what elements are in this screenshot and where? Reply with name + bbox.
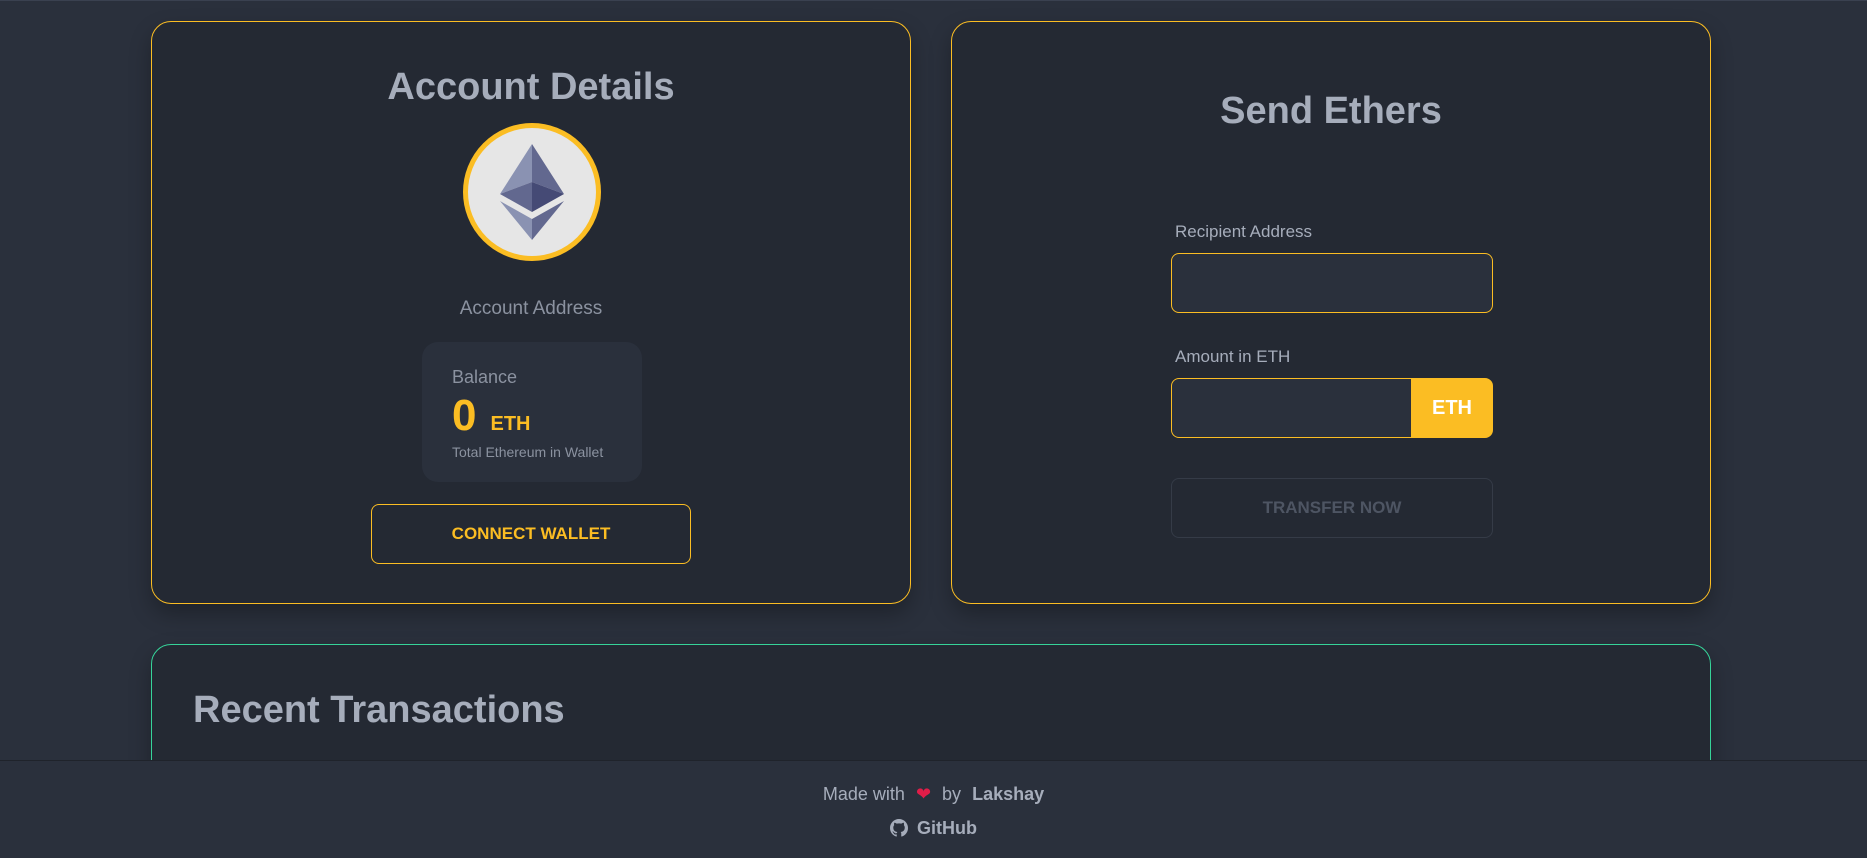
recipient-address-input[interactable] <box>1171 253 1493 313</box>
send-ethers-card: Send Ethers Recipient Address Amount in … <box>951 21 1711 604</box>
ethereum-icon <box>463 123 601 261</box>
recent-transactions-title: Recent Transactions <box>193 689 565 731</box>
balance-value: 0 <box>452 391 477 440</box>
balance-unit: ETH <box>490 413 531 435</box>
made-with-line: Made with ❤ by Lakshay <box>0 784 1867 805</box>
by-text: by <box>942 784 962 804</box>
transfer-now-button[interactable]: TRANSFER NOW <box>1171 478 1493 538</box>
balance-stat: Balance 0 ETH Total Ethereum in Wallet <box>422 342 642 482</box>
amount-unit-addon: ETH <box>1411 378 1493 438</box>
balance-description: Total Ethereum in Wallet <box>452 444 604 460</box>
github-link[interactable]: GitHub <box>0 818 1867 839</box>
amount-label: Amount in ETH <box>1175 347 1291 366</box>
connect-wallet-button[interactable]: CONNECT WALLET <box>371 504 691 564</box>
heart-icon: ❤ <box>915 784 932 804</box>
top-divider <box>0 0 1867 1</box>
account-details-card: Account Details Account Address Balance … <box>151 21 911 604</box>
footer: Made with ❤ by Lakshay GitHub <box>0 760 1867 858</box>
balance-value-row: 0 ETH <box>452 394 530 438</box>
balance-title: Balance <box>452 367 518 387</box>
account-address-label: Account Address <box>459 298 603 319</box>
recipient-address-label: Recipient Address <box>1175 222 1313 241</box>
github-icon <box>889 819 908 837</box>
github-label: GitHub <box>917 818 977 838</box>
send-ethers-title: Send Ethers <box>1220 90 1442 132</box>
account-details-title: Account Details <box>387 66 675 108</box>
amount-input[interactable] <box>1171 378 1411 438</box>
made-with-text: Made with <box>822 784 905 804</box>
author-name: Lakshay <box>972 784 1045 804</box>
